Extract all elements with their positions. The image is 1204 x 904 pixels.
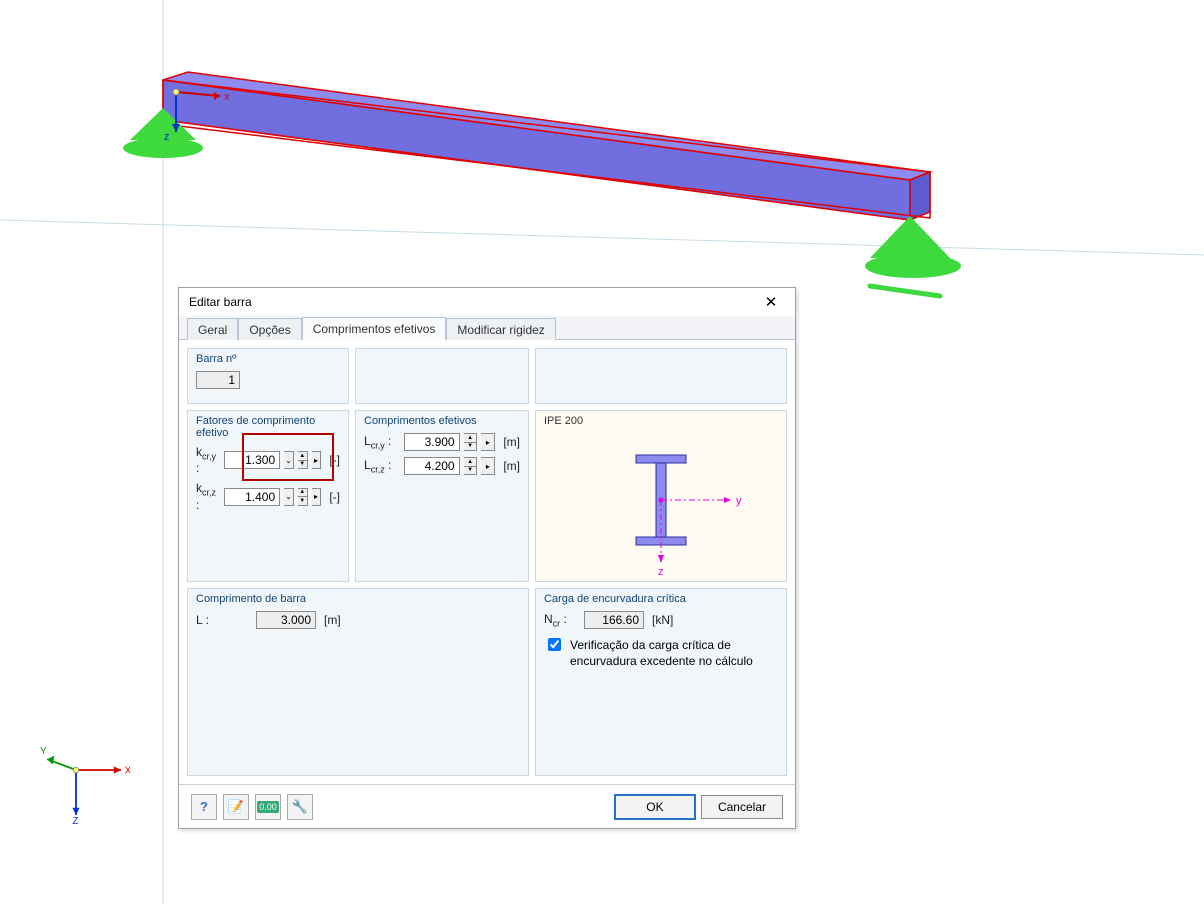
svg-text:z: z [658,566,664,575]
spin-down-icon: ▼ [464,467,477,475]
ok-button[interactable]: OK [615,795,695,819]
svg-text:y: y [736,495,742,507]
triangle-right-icon: ▸ [486,462,490,471]
l-input [256,611,316,629]
label-kcrz: kcr,z : [196,481,220,511]
spin-up-icon: ▲ [298,489,307,498]
svg-text:x: x [224,91,230,103]
row-verification-check: Verificação da carga crítica de encurvad… [544,637,778,669]
extra-button[interactable]: 🔧 [287,794,313,820]
group-carga-critica: Carga de encurvadura crítica Ncr : [kN] … [535,588,787,776]
row-l: L : [m] [196,611,520,629]
svg-text:Z: Z [72,816,78,824]
group-spacer-2 [535,348,787,404]
label-ncr: Ncr : [544,612,580,628]
cancel-button[interactable]: Cancelar [701,795,783,819]
units-button[interactable]: 0.00 [255,794,281,820]
label-l: L : [196,613,216,627]
kcrz-unit: [-] [329,490,340,504]
profile-name: IPE 200 [544,415,778,427]
triangle-right-icon: ▸ [486,438,490,447]
label-kcry: kcr,y : [196,445,220,475]
close-button[interactable]: ✕ [753,291,789,313]
kcrz-input[interactable] [224,488,280,506]
edit-member-dialog: Editar barra ✕ Geral Opções Comprimentos… [178,287,796,829]
group-comprimentos: Comprimentos efetivos Lcr,y : ▲▼ ▸ [m] L… [355,410,529,582]
row-lcrz: Lcr,z : ▲▼ ▸ [m] [364,457,520,475]
svg-text:z: z [164,131,170,143]
help-icon: ? [200,799,208,814]
svg-text:Y: Y [40,746,47,757]
group-fatores: Fatores de comprimento efetivo kcr,y : ⌄… [187,410,349,582]
spin-down-icon: ▼ [298,497,307,505]
group-profile: IPE 200 y z [535,410,787,582]
verification-checkbox[interactable] [548,638,561,651]
dialog-titlebar[interactable]: Editar barra ✕ [179,288,795,316]
group-comprimento-barra: Comprimento de barra L : [m] [187,588,529,776]
verification-label: Verificação da carga crítica de encurvad… [570,637,778,669]
help-button[interactable]: ? [191,794,217,820]
row-lcry: Lcr,y : ▲▼ ▸ [m] [364,433,520,451]
label-lcrz: Lcr,z : [364,458,400,474]
triangle-right-icon: ▸ [314,456,318,465]
row-ncr: Ncr : [kN] [544,611,778,629]
lcrz-input[interactable] [404,457,460,475]
group-legend: Comprimentos efetivos [364,415,520,427]
lcry-spinner[interactable]: ▲▼ [464,433,478,451]
lcry-unit: [m] [503,435,520,449]
kcry-pick[interactable]: ▸ [312,451,322,469]
group-legend: Barra nº [196,353,340,365]
chevron-down-icon: ⌄ [285,456,292,465]
close-icon: ✕ [765,293,778,311]
triangle-right-icon: ▸ [314,492,318,501]
label-lcry: Lcr,y : [364,434,400,450]
svg-text:X: X [125,766,130,777]
tab-modificar-rigidez[interactable]: Modificar rigidez [446,318,555,340]
dialog-body: Barra nº Fatores de comprimento efetivo … [179,340,795,784]
extra-icon: 🔧 [292,799,308,815]
units-icon: 0.00 [257,801,279,813]
lcrz-pick[interactable]: ▸ [481,457,495,475]
kcry-unit: [-] [329,453,340,467]
kcry-dropdown[interactable]: ⌄ [284,451,294,469]
group-barra-no: Barra nº [187,348,349,404]
kcrz-pick[interactable]: ▸ [312,488,322,506]
dialog-footer: ? 📝 0.00 🔧 OK Cancelar [179,784,795,828]
ncr-input [584,611,644,629]
lcry-pick[interactable]: ▸ [481,433,495,451]
kcry-input[interactable] [224,451,280,469]
dialog-title: Editar barra [189,295,252,309]
dialog-tabs: Geral Opções Comprimentos efetivos Modif… [179,316,795,340]
l-unit: [m] [324,613,341,627]
row-kcry: kcr,y : ⌄ ▲▼ ▸ [-] [196,445,340,475]
spin-down-icon: ▼ [298,461,307,469]
tab-comprimentos-efetivos[interactable]: Comprimentos efetivos [302,317,447,340]
lcrz-unit: [m] [503,459,520,473]
profile-diagram: y z [556,435,766,575]
global-axis-widget: X Y Z [40,734,130,824]
spin-up-icon: ▲ [298,452,307,461]
group-spacer-1 [355,348,529,404]
lcrz-spinner[interactable]: ▲▼ [464,457,478,475]
spin-down-icon: ▼ [464,443,477,451]
spin-up-icon: ▲ [464,434,477,443]
spin-up-icon: ▲ [464,458,477,467]
tab-opcoes[interactable]: Opções [238,318,301,340]
kcrz-dropdown[interactable]: ⌄ [284,488,294,506]
row-kcrz: kcr,z : ⌄ ▲▼ ▸ [-] [196,481,340,511]
note-button[interactable]: 📝 [223,794,249,820]
chevron-down-icon: ⌄ [285,492,292,501]
kcry-spinner[interactable]: ▲▼ [298,451,308,469]
ncr-unit: [kN] [652,613,673,627]
lcry-input[interactable] [404,433,460,451]
tab-geral[interactable]: Geral [187,318,238,340]
barra-no-input[interactable] [196,371,240,389]
note-icon: 📝 [228,799,244,815]
group-legend: Fatores de comprimento efetivo [196,415,340,439]
group-legend: Comprimento de barra [196,593,520,605]
kcrz-spinner[interactable]: ▲▼ [298,488,308,506]
group-legend: Carga de encurvadura crítica [544,593,778,605]
